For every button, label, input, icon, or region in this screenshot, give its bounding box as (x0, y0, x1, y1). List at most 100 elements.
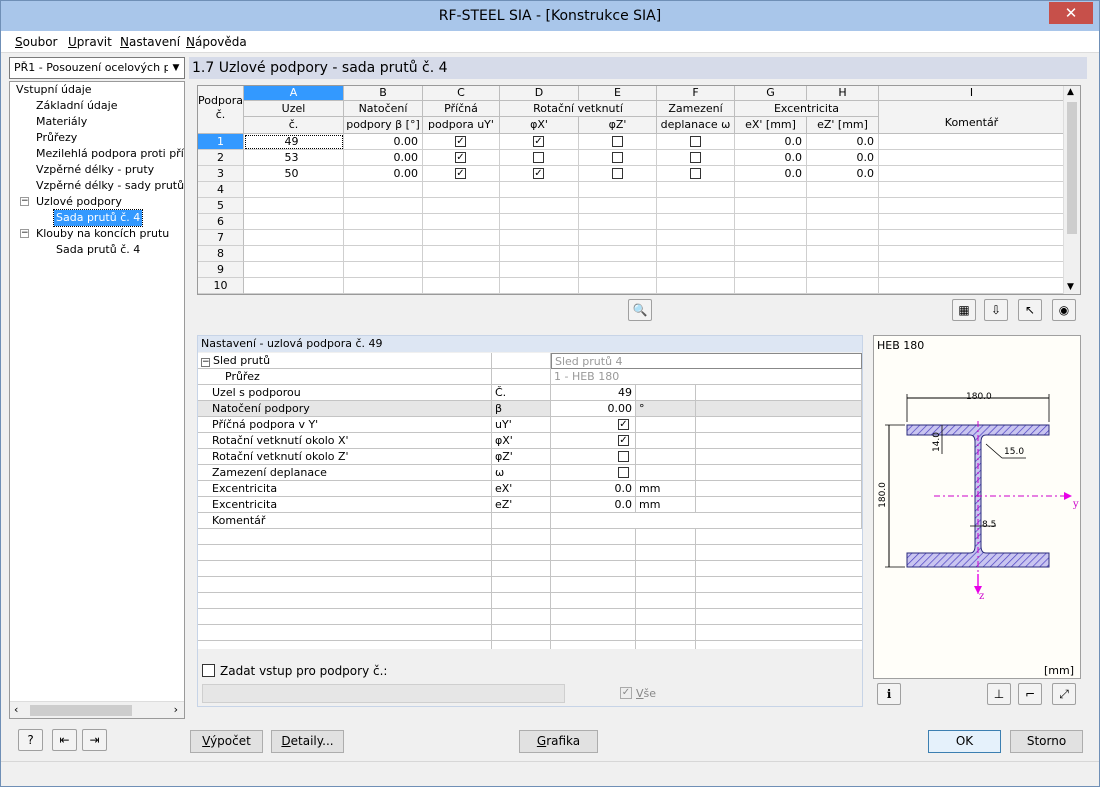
menu-soubor[interactable]: Soubor (15, 35, 57, 49)
checkbox-pz[interactable] (618, 451, 629, 462)
checkbox-uy[interactable]: ✓ (455, 136, 466, 147)
dimension-icon[interactable]: ⌐ (1018, 683, 1042, 705)
prop-value[interactable]: 49 (551, 385, 636, 401)
cell-px[interactable]: ✓ (500, 166, 579, 182)
scroll-left-icon[interactable]: ‹ (14, 703, 18, 716)
tree-item-zakladni[interactable]: Základní údaje (36, 98, 117, 114)
input-supports-field[interactable] (202, 684, 565, 703)
info-icon[interactable]: ℹ (877, 683, 901, 705)
cell-beta[interactable]: 0.00 (344, 166, 423, 182)
excel-export-icon[interactable]: ▦ (952, 299, 976, 321)
collapse-icon[interactable]: − (201, 358, 210, 367)
cell-w[interactable] (657, 150, 735, 166)
cell-comment[interactable] (879, 134, 1065, 150)
search-icon[interactable]: 🔍 (628, 299, 652, 321)
row-number-5[interactable]: 5 (198, 198, 244, 214)
scroll-thumb[interactable] (1067, 102, 1077, 234)
checkbox-w[interactable] (690, 136, 701, 147)
cell-ex[interactable]: 0.0 (735, 134, 807, 150)
prop-value[interactable]: 0.00 (551, 401, 636, 417)
tree-item-klouby[interactable]: Klouby na koncích prutu (36, 226, 169, 242)
checkbox-pz[interactable] (612, 168, 623, 179)
row-number-7[interactable]: 7 (198, 230, 244, 246)
details-button[interactable]: Detaily... (271, 730, 344, 753)
cell-comment[interactable] (879, 150, 1065, 166)
cell-ex[interactable]: 0.0 (735, 166, 807, 182)
cell-px[interactable]: ✓ (500, 134, 579, 150)
scroll-down-icon[interactable]: ▼ (1067, 282, 1074, 292)
checkbox-uy[interactable]: ✓ (455, 168, 466, 179)
tree-item-uzlove-podpory[interactable]: Uzlové podpory (36, 194, 122, 210)
checkbox-pz[interactable] (612, 136, 623, 147)
cell-uy[interactable]: ✓ (423, 150, 500, 166)
scroll-thumb[interactable] (30, 705, 132, 716)
cell-node[interactable]: 49 (244, 134, 344, 150)
row-number-2[interactable]: 2 (198, 150, 244, 166)
help-icon[interactable]: ? (18, 729, 43, 751)
chevron-down-icon[interactable]: ▼ (168, 58, 184, 78)
row-number-6[interactable]: 6 (198, 214, 244, 230)
sled-row-label[interactable]: − Sled prutů (198, 353, 492, 369)
col-letter-e[interactable]: E (579, 86, 657, 101)
scroll-right-icon[interactable]: › (174, 703, 178, 716)
row-number-1[interactable]: 1 (198, 134, 244, 150)
import-icon[interactable]: ⇩ (984, 299, 1008, 321)
select-pointer-icon[interactable]: ↖ (1018, 299, 1042, 321)
graphics-button[interactable]: Grafika (519, 730, 598, 753)
checkbox-pz[interactable] (612, 152, 623, 163)
cell-w[interactable] (657, 166, 735, 182)
calculate-button[interactable]: Výpočet (190, 730, 263, 753)
col-letter-i[interactable]: I (879, 86, 1065, 101)
cell-node[interactable]: 53 (244, 150, 344, 166)
cell-ex[interactable]: 0.0 (735, 150, 807, 166)
vertical-scrollbar[interactable]: ▲ ▼ (1063, 86, 1080, 294)
zoom-reset-icon[interactable]: ⤢ (1052, 683, 1076, 705)
close-button[interactable]: ✕ (1049, 2, 1093, 24)
checkbox-w[interactable] (690, 168, 701, 179)
checkbox-px[interactable]: ✓ (618, 435, 629, 446)
ok-button[interactable]: OK (928, 730, 1001, 753)
all-checkbox[interactable]: ✓ (620, 687, 632, 699)
next-icon[interactable]: ⇥ (82, 729, 107, 751)
checkbox-w[interactable] (690, 152, 701, 163)
cell-beta[interactable]: 0.00 (344, 134, 423, 150)
row-number-10[interactable]: 10 (198, 278, 244, 294)
row-number-3[interactable]: 3 (198, 166, 244, 182)
prop-value-comment[interactable] (551, 513, 862, 529)
collapse-icon[interactable]: − (20, 229, 29, 238)
tree-item-vzperne-pruty[interactable]: Vzpěrné délky - pruty (36, 162, 154, 178)
prop-value[interactable] (551, 465, 636, 481)
prop-value[interactable]: ✓ (551, 433, 636, 449)
prop-value[interactable] (551, 449, 636, 465)
empty-rows-area[interactable] (244, 182, 1065, 294)
tree-item-mezilehla[interactable]: Mezilehlá podpora proti příčném (36, 146, 184, 162)
col-letter-h[interactable]: H (807, 86, 879, 101)
cell-pz[interactable] (579, 134, 657, 150)
collapse-icon[interactable]: − (20, 197, 29, 206)
tree-item-klouby-sada-4[interactable]: Sada prutů č. 4 (56, 242, 140, 258)
support-view-icon[interactable]: ⊥ (987, 683, 1011, 705)
checkbox-px[interactable]: ✓ (533, 168, 544, 179)
sled-value[interactable]: Sled prutů 4 (551, 353, 862, 369)
checkbox-px[interactable] (533, 152, 544, 163)
col-letter-g[interactable]: G (735, 86, 807, 101)
prop-value[interactable]: 0.0 (551, 481, 636, 497)
cell-pz[interactable] (579, 166, 657, 182)
input-supports-checkbox[interactable] (202, 664, 215, 677)
cancel-button[interactable]: Storno (1010, 730, 1083, 753)
col-letter-f[interactable]: F (657, 86, 735, 101)
tree-item-prurezy[interactable]: Průřezy (36, 130, 77, 146)
horizontal-scrollbar[interactable]: ‹ › (10, 701, 184, 718)
cell-pz[interactable] (579, 150, 657, 166)
col-letter-a[interactable]: A (244, 86, 344, 101)
cell-beta[interactable]: 0.00 (344, 150, 423, 166)
case-dropdown[interactable]: PŘ1 - Posouzení ocelových pru ▼ (9, 57, 185, 79)
col-letter-c[interactable]: C (423, 86, 500, 101)
checkbox-uy[interactable]: ✓ (618, 419, 629, 430)
cell-w[interactable] (657, 134, 735, 150)
cell-uy[interactable]: ✓ (423, 166, 500, 182)
cell-uy[interactable]: ✓ (423, 134, 500, 150)
row-number-8[interactable]: 8 (198, 246, 244, 262)
prop-value[interactable]: ✓ (551, 417, 636, 433)
cell-ez[interactable]: 0.0 (807, 134, 879, 150)
